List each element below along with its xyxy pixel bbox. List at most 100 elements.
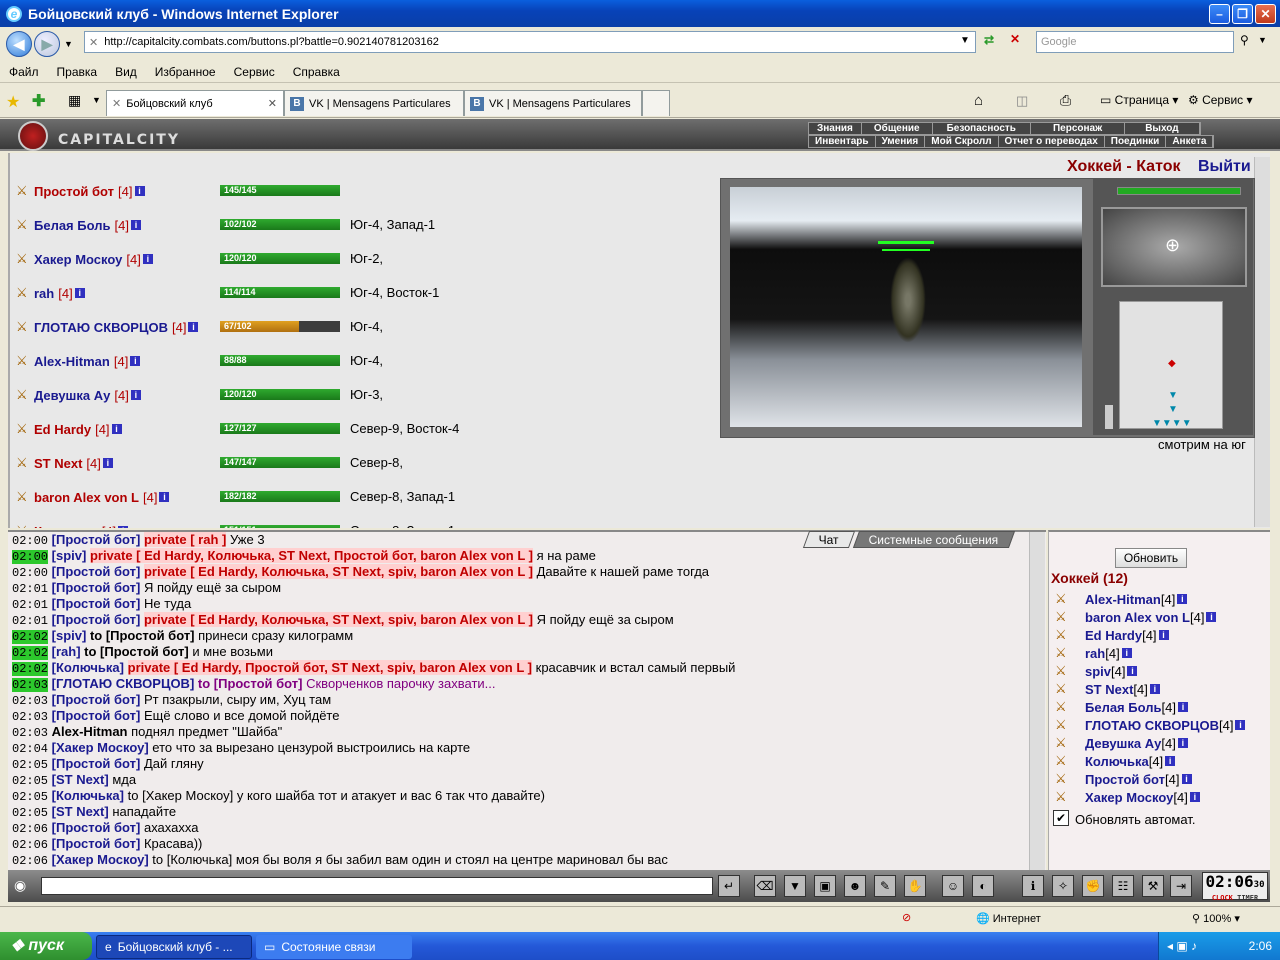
- history-dropdown-icon[interactable]: ▼: [64, 39, 73, 49]
- info-icon[interactable]: i: [1181, 774, 1192, 784]
- exit-link[interactable]: Выйти: [1198, 158, 1251, 176]
- close-button[interactable]: ✕: [1255, 4, 1276, 24]
- chat-nick[interactable]: [Простой бот]: [52, 708, 141, 723]
- address-field[interactable]: ✕ http://capitalcity.combats.com/buttons…: [84, 31, 976, 53]
- mask-icon[interactable]: ◐: [972, 875, 994, 897]
- exit-icon[interactable]: ⇥: [1170, 875, 1192, 897]
- room-user-name[interactable]: Девушка Ау: [1085, 736, 1161, 751]
- refresh-icon[interactable]: ⇄: [984, 33, 994, 47]
- pen-icon[interactable]: ✎: [874, 875, 896, 897]
- menu-tools[interactable]: Сервис: [225, 65, 284, 79]
- search-dropdown-icon[interactable]: ▼: [1258, 35, 1267, 45]
- chat-time[interactable]: 02:04: [12, 742, 48, 756]
- room-user-name[interactable]: Хакер Москоу: [1085, 790, 1173, 805]
- info-icon[interactable]: i: [1206, 612, 1217, 622]
- minimize-button[interactable]: –: [1209, 4, 1230, 24]
- menu-file[interactable]: Файл: [0, 65, 48, 79]
- favorites-star-icon[interactable]: ★: [6, 92, 20, 112]
- room-user-name[interactable]: Простой бот: [1085, 772, 1165, 787]
- search-input[interactable]: Google: [1036, 31, 1234, 53]
- chat-time[interactable]: 02:02: [12, 662, 49, 676]
- room-user-name[interactable]: Колючька: [1085, 754, 1149, 769]
- chat-time[interactable]: 02:00: [12, 534, 48, 548]
- chat-time[interactable]: 02:00: [12, 566, 48, 580]
- player-name[interactable]: Девушка Ау: [34, 388, 110, 403]
- info-icon[interactable]: i: [1158, 630, 1169, 640]
- info-icon[interactable]: i: [1177, 738, 1188, 748]
- search-icon[interactable]: ⚲: [1240, 33, 1249, 47]
- back-button[interactable]: ◀: [6, 31, 32, 57]
- info-icon[interactable]: i: [1235, 720, 1246, 730]
- info-icon[interactable]: i: [188, 322, 199, 332]
- chat-nick[interactable]: [Простой бот]: [52, 692, 141, 707]
- player-name[interactable]: Ed Hardy: [34, 422, 91, 437]
- chat-to[interactable]: to [Хакер Москоу]: [128, 788, 234, 803]
- chat-time[interactable]: 02:05: [12, 790, 48, 804]
- compass-icon[interactable]: ⊕: [1165, 235, 1180, 256]
- menu-profile[interactable]: Анкета: [1166, 136, 1214, 147]
- hand-icon[interactable]: ✋: [904, 875, 926, 897]
- chat-nick[interactable]: [Простой бот]: [52, 580, 141, 595]
- tab-system-messages[interactable]: Системные сообщения: [852, 531, 1015, 548]
- chat-time[interactable]: 02:03: [12, 678, 49, 692]
- minimap[interactable]: ◆ ▼ ▼ ▼▼▼▼: [1119, 301, 1223, 429]
- player-row[interactable]: ⚔ Хакер Москоу [4] i: [16, 249, 153, 269]
- player-name[interactable]: Хакер Москоу: [34, 252, 122, 267]
- maximize-button[interactable]: ❐: [1232, 4, 1253, 24]
- menu-favorites[interactable]: Избранное: [146, 65, 225, 79]
- player-name[interactable]: ГЛОТАЮ СКВОРЦОВ: [34, 320, 168, 335]
- player-row[interactable]: ⚔ rah [4] i: [16, 283, 85, 303]
- menu-view[interactable]: Вид: [106, 65, 146, 79]
- tools-menu[interactable]: ⚙ Сервис ▾: [1188, 93, 1253, 107]
- scroll-icon[interactable]: ✧: [1052, 875, 1074, 897]
- taskbar-item-ie[interactable]: e Бойцовский клуб - ...: [96, 935, 252, 959]
- room-user-name[interactable]: rah: [1085, 646, 1105, 661]
- chat-nick[interactable]: [Хакер Москоу]: [52, 852, 149, 867]
- chat-nick[interactable]: [Простой бот]: [52, 564, 141, 579]
- minimap-scroll[interactable]: [1105, 405, 1113, 429]
- menu-inventory[interactable]: Инвентарь: [809, 136, 876, 147]
- room-user-name[interactable]: Ed Hardy: [1085, 628, 1142, 643]
- player-row[interactable]: ⚔ ST Next [4] i: [16, 453, 113, 473]
- chat-nick[interactable]: [ST Next]: [52, 772, 109, 787]
- info-icon[interactable]: i: [1177, 594, 1188, 604]
- chat-input[interactable]: [41, 877, 713, 895]
- room-user[interactable]: ⚔ Девушка Ау [4] i: [1055, 734, 1188, 752]
- forward-button[interactable]: ▶: [34, 31, 60, 57]
- chat-private-recipients[interactable]: private [ Ed Hardy, Колючька, ST Next, s…: [143, 564, 533, 579]
- close-tab-icon[interactable]: ✕: [268, 97, 277, 110]
- chat-time[interactable]: 02:05: [12, 774, 48, 788]
- player-name[interactable]: baron Alex von L: [34, 490, 139, 505]
- chat-time[interactable]: 02:01: [12, 598, 48, 612]
- info-icon[interactable]: i: [134, 186, 145, 196]
- menu-fights[interactable]: Поединки: [1105, 136, 1167, 147]
- player-row[interactable]: ⚔Колючька [4]i: [16, 521, 129, 528]
- info-icon[interactable]: i: [159, 492, 170, 502]
- player-list-scrollbar[interactable]: [1254, 157, 1270, 527]
- chat-time[interactable]: 02:06: [12, 838, 48, 852]
- chat-time[interactable]: 02:03: [12, 710, 48, 724]
- chat-time[interactable]: 02:01: [12, 614, 48, 628]
- info-icon[interactable]: i: [130, 356, 141, 366]
- room-user-name[interactable]: baron Alex von L: [1085, 610, 1190, 625]
- filter-icon[interactable]: ▼: [784, 875, 806, 897]
- chat-nick[interactable]: [ST Next]: [52, 804, 109, 819]
- zoom-control[interactable]: ⚲ 100% ▾: [1192, 912, 1240, 925]
- refresh-button[interactable]: Обновить: [1115, 548, 1187, 568]
- save-icon[interactable]: ▣: [814, 875, 836, 897]
- room-user[interactable]: ⚔ Белая Боль [4] i: [1055, 698, 1188, 716]
- room-user[interactable]: ⚔ spiv [4] i: [1055, 662, 1138, 680]
- start-button[interactable]: ❖ пуск: [0, 932, 92, 960]
- auto-refresh-checkbox[interactable]: ✔: [1053, 810, 1069, 826]
- room-user-name[interactable]: Белая Боль: [1085, 700, 1161, 715]
- chat-nick[interactable]: [Простой бот]: [52, 532, 141, 547]
- chat-nick[interactable]: [Простой бот]: [52, 836, 141, 851]
- info-icon[interactable]: i: [1149, 684, 1160, 694]
- print-icon[interactable]: ⎙: [1060, 92, 1071, 109]
- person-icon[interactable]: ☻: [844, 875, 866, 897]
- player-row[interactable]: ⚔ Alex-Hitman [4] i: [16, 351, 141, 371]
- tab-vk-1[interactable]: B VK | Mensagens Particulares: [284, 90, 464, 116]
- chat-nick[interactable]: [Простой бот]: [52, 756, 141, 771]
- player-name[interactable]: Белая Боль: [34, 218, 110, 233]
- player-row[interactable]: ⚔ Девушка Ау [4] i: [16, 385, 141, 405]
